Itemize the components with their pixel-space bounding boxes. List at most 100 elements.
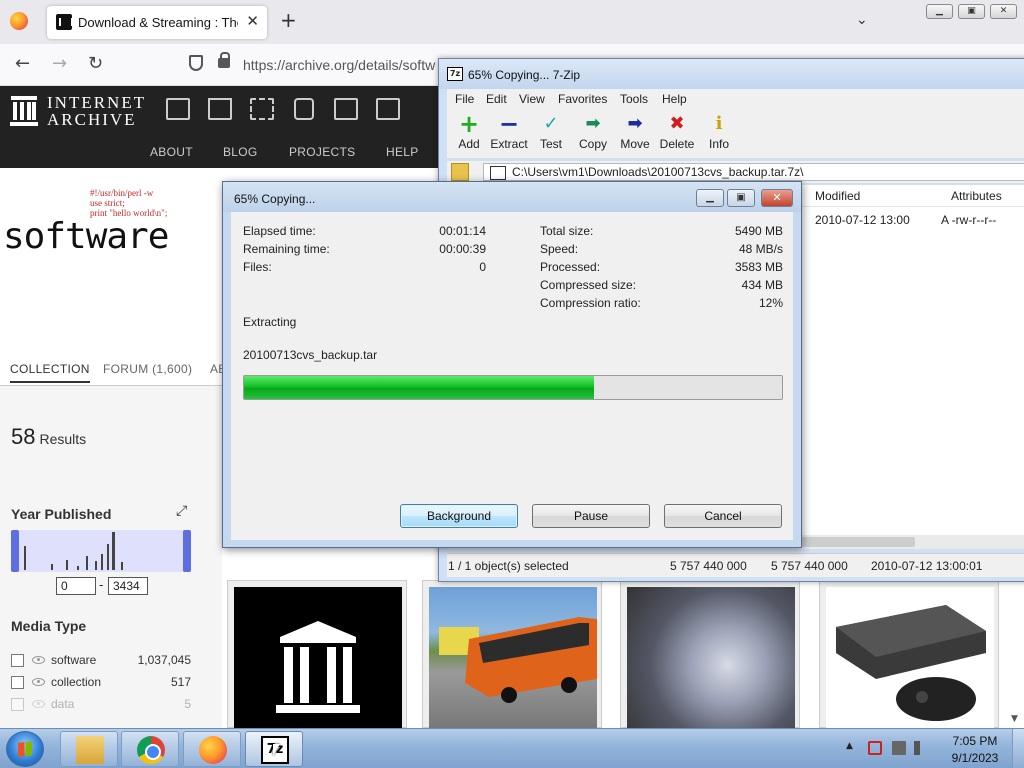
progress-bar-fill: [244, 376, 594, 399]
result-tile[interactable]: [819, 580, 999, 729]
archive-logo-text[interactable]: INTERNET ARCHIVE: [47, 94, 146, 128]
close-tab-icon[interactable]: ✕: [246, 12, 259, 30]
window-minimize-button[interactable]: ▁: [926, 4, 953, 19]
test-button[interactable]: ✓ Test: [529, 111, 573, 157]
status-bar: 1 / 1 object(s) selected 5 757 440 000 5…: [447, 553, 1024, 577]
background-button[interactable]: Background: [400, 504, 518, 528]
software-icon[interactable]: [334, 98, 358, 120]
nav-blog[interactable]: BLOG: [223, 145, 258, 159]
tab-forum[interactable]: FORUM (1,600): [103, 362, 192, 376]
menu-edit[interactable]: Edit: [486, 92, 507, 106]
expand-icon[interactable]: ⤢: [176, 504, 191, 519]
video-icon[interactable]: [250, 98, 274, 120]
nav-projects[interactable]: PROJECTS: [289, 145, 355, 159]
web-icon[interactable]: [166, 98, 190, 120]
taskbar-explorer[interactable]: [60, 731, 118, 767]
result-tile[interactable]: [422, 580, 602, 729]
start-button[interactable]: [6, 731, 44, 767]
year-from-input[interactable]: 0: [56, 577, 96, 595]
column-attributes[interactable]: Attributes: [951, 189, 1002, 203]
forward-icon[interactable]: →: [52, 54, 67, 74]
column-modified[interactable]: Modified: [815, 189, 860, 203]
lock-icon[interactable]: [218, 52, 230, 68]
clock-time[interactable]: 7:05 PM: [940, 734, 1010, 748]
cancel-button[interactable]: Cancel: [664, 504, 782, 528]
audio-icon[interactable]: [294, 98, 314, 120]
menu-help[interactable]: Help: [662, 92, 687, 106]
new-tab-button[interactable]: +: [280, 10, 297, 30]
facet-data[interactable]: data 5: [11, 696, 191, 714]
volume-icon[interactable]: [914, 741, 928, 755]
back-icon[interactable]: ←: [15, 54, 30, 74]
delete-label: Delete: [659, 137, 695, 151]
year-histogram[interactable]: [11, 530, 191, 572]
tile-thumbnail: [826, 587, 994, 729]
path-field[interactable]: C:\Users\vm1\Downloads\20100713cvs_backu…: [483, 163, 1024, 181]
dialog-title-bar[interactable]: 65% Copying... ▁ ▣ ✕: [223, 182, 801, 212]
reload-icon[interactable]: ↻: [88, 54, 103, 74]
range-handle-left[interactable]: [11, 530, 19, 572]
histogram-bar: [66, 560, 68, 570]
scroll-down-icon[interactable]: ▼: [1011, 714, 1018, 724]
menu-tools[interactable]: Tools: [620, 92, 648, 106]
facet-collection[interactable]: collection 517: [11, 674, 191, 692]
taskbar-chrome[interactable]: [121, 731, 179, 767]
network-icon[interactable]: [892, 741, 906, 755]
title-bar[interactable]: 7z 65% Copying... 7-Zip: [439, 59, 1024, 89]
menu-file[interactable]: File: [455, 92, 474, 106]
copying-progress-dialog: 65% Copying... ▁ ▣ ✕ Elapsed time: 00:01…: [222, 181, 802, 548]
move-button[interactable]: ➡ Move: [613, 111, 657, 157]
tab-title: Download & Streaming : The In: [78, 15, 238, 30]
clock-date[interactable]: 9/1/2023: [940, 751, 1010, 765]
taskbar-firefox[interactable]: [183, 731, 241, 767]
facet-count: 5: [184, 697, 191, 711]
extract-button[interactable]: − Extract: [487, 111, 531, 157]
copy-button[interactable]: ➡ Copy: [571, 111, 615, 157]
dialog-close-button[interactable]: ✕: [761, 189, 793, 207]
window-maximize-button[interactable]: ▣: [958, 4, 985, 19]
archive-logo-icon[interactable]: [10, 96, 38, 126]
info-button[interactable]: i Info: [697, 111, 741, 157]
firefox-icon[interactable]: [10, 12, 28, 30]
dialog-minimize-button[interactable]: ▁: [696, 189, 724, 207]
menu-favorites[interactable]: Favorites: [558, 92, 607, 106]
7zip-icon: 7z: [447, 67, 463, 81]
result-tile[interactable]: [227, 580, 407, 729]
result-tile[interactable]: [620, 580, 800, 729]
tracking-shield-icon[interactable]: [189, 55, 203, 71]
dialog-maximize-button[interactable]: ▣: [727, 189, 755, 207]
browser-tab[interactable]: Download & Streaming : The In ✕: [47, 6, 267, 39]
total-size-value: 5490 MB: [734, 224, 783, 238]
progress-bar: [243, 375, 783, 400]
images-icon[interactable]: [376, 98, 400, 120]
facet-software[interactable]: software 1,037,045: [11, 652, 191, 670]
nav-about[interactable]: ABOUT: [150, 145, 193, 159]
tab-collection[interactable]: COLLECTION: [10, 362, 90, 383]
collection-tabs: COLLECTION FORUM (1,600) AE: [0, 358, 226, 386]
show-desktop-button[interactable]: [1012, 729, 1024, 768]
action-center-icon[interactable]: [868, 741, 882, 755]
pause-button[interactable]: Pause: [532, 504, 650, 528]
menu-view[interactable]: View: [519, 92, 545, 106]
facet-checkbox[interactable]: [11, 654, 24, 667]
list-all-tabs-icon[interactable]: ⌄: [856, 12, 868, 28]
show-hidden-icons-icon[interactable]: ▲: [846, 741, 853, 751]
delete-button[interactable]: ✖ Delete: [655, 111, 699, 157]
texts-icon[interactable]: [208, 98, 232, 120]
url-bar[interactable]: https://archive.org/details/softw: [243, 57, 435, 73]
year-to-input[interactable]: 3434: [108, 577, 148, 595]
remaining-label: Remaining time:: [243, 242, 330, 256]
window-close-button[interactable]: ✕: [990, 4, 1017, 19]
nav-help[interactable]: HELP: [386, 145, 419, 159]
facet-checkbox[interactable]: [11, 698, 24, 711]
histogram-bar: [51, 564, 53, 570]
menu-bar: File Edit View Favorites Tools Help: [447, 89, 1024, 109]
folder-up-icon[interactable]: [451, 163, 469, 181]
dialog-body: Elapsed time: 00:01:14 Remaining time: 0…: [231, 212, 793, 540]
histogram-bar: [24, 546, 26, 570]
arrow-right-icon: ➡: [627, 113, 643, 134]
range-handle-right[interactable]: [183, 530, 191, 572]
add-button[interactable]: + Add: [447, 111, 491, 157]
facet-checkbox[interactable]: [11, 676, 24, 689]
year-published-heading: Year Published: [11, 506, 112, 522]
